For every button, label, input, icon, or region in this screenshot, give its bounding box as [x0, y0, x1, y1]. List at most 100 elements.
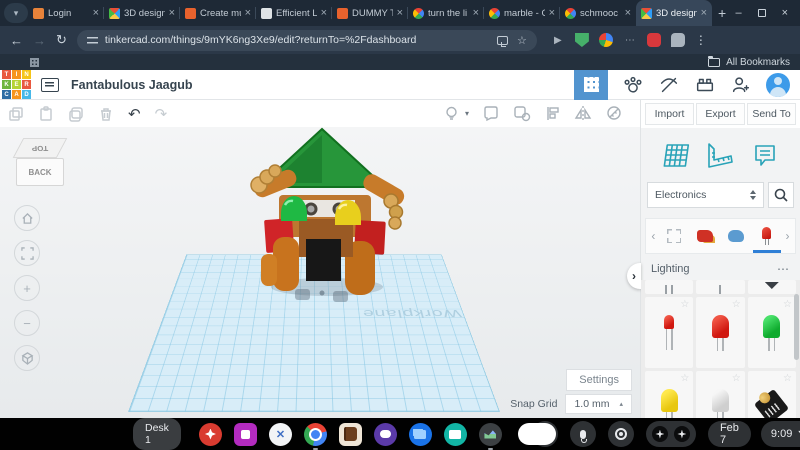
favorite-star-icon[interactable]: ☆	[680, 373, 689, 384]
3d-viewport[interactable]: Workplane TOP BACK + − Settings Snap Gri…	[0, 127, 640, 418]
show-all-bulb-icon[interactable]	[443, 105, 460, 122]
ruler-tool-icon[interactable]	[605, 105, 624, 122]
tab-close-icon[interactable]: ×	[701, 7, 707, 19]
colorful-extension-icon[interactable]	[598, 33, 613, 47]
carousel-next-button[interactable]: ›	[786, 229, 790, 243]
tab-close-icon[interactable]: ×	[625, 7, 631, 19]
favorite-star-icon[interactable]: ☆	[732, 299, 741, 310]
tab-dummy[interactable]: DUMMY T ×	[331, 0, 408, 26]
white-x-app-icon[interactable]	[268, 422, 292, 446]
status-tray[interactable]: 9:09	[760, 421, 800, 447]
desk-button[interactable]: Desk 1	[133, 418, 181, 450]
tab-close-icon[interactable]: ×	[93, 7, 99, 19]
ungroup-icon[interactable]	[513, 105, 531, 122]
partial-part-card[interactable]	[747, 280, 796, 294]
design-title[interactable]: Fantabulous Jaagub	[71, 78, 193, 92]
tab-close-icon[interactable]: ×	[473, 7, 479, 19]
tab-close-icon[interactable]: ×	[169, 7, 175, 19]
all-bookmarks-button[interactable]: All Bookmarks	[708, 55, 790, 68]
shape-library-button[interactable]	[574, 69, 608, 100]
part-card-green-led[interactable]: ☆	[747, 297, 796, 368]
chat-extension-icon[interactable]	[670, 33, 685, 47]
bulb-dropdown-caret[interactable]: ▾	[465, 109, 469, 118]
snap-grid-dropdown[interactable]: 1.0 mm ▴	[565, 394, 632, 414]
apps-grid-icon[interactable]	[30, 57, 39, 67]
flip-mirror-icon[interactable]	[574, 105, 592, 122]
favorite-star-icon[interactable]: ☆	[783, 299, 792, 310]
play-extension-icon[interactable]: ▶	[551, 33, 565, 47]
browser-menu-button[interactable]: ⋮	[695, 33, 707, 47]
files-app-icon[interactable]	[408, 422, 432, 446]
tote-preview[interactable]	[517, 423, 556, 445]
category-select[interactable]: Electronics	[647, 182, 764, 208]
nav-button-right[interactable]	[673, 426, 690, 442]
tab-turn-the[interactable]: turn the li ×	[407, 0, 484, 26]
copy-icon[interactable]	[8, 106, 24, 122]
panel-scrollbar[interactable]	[794, 294, 799, 360]
tab-schmooc[interactable]: schmooc ×	[559, 0, 636, 26]
align-icon[interactable]	[544, 105, 561, 122]
duplicate-icon[interactable]	[68, 106, 84, 122]
tab-login[interactable]: Login ×	[28, 0, 104, 26]
ruler-helper-icon[interactable]	[703, 140, 737, 170]
group-icon[interactable]	[482, 105, 500, 122]
carousel-prev-button[interactable]: ‹	[651, 229, 655, 243]
bookmark-star-icon[interactable]: ☆	[517, 34, 527, 47]
back-button[interactable]: ←	[10, 33, 23, 48]
part-card-red-led[interactable]: ☆	[696, 297, 745, 368]
select-region-tool[interactable]	[662, 222, 686, 250]
view-cube-front-face[interactable]: BACK	[16, 158, 64, 186]
chrome-icon[interactable]	[303, 422, 327, 450]
reload-button[interactable]: ↻	[56, 32, 67, 48]
undo-button[interactable]: ↶	[128, 105, 141, 123]
tinkercad-logo[interactable]: TIN KER CAD	[2, 70, 31, 99]
partial-part-card[interactable]	[645, 280, 694, 294]
send-to-device-icon[interactable]	[497, 35, 509, 47]
redo-button[interactable]: ↷	[155, 105, 168, 123]
url-field[interactable]: tinkercad.com/things/9mYK6ng3Xe9/edit?re…	[76, 29, 537, 51]
brick-export-icon[interactable]	[694, 74, 716, 96]
avatar[interactable]	[766, 72, 790, 97]
view-cube-top-face[interactable]: TOP	[12, 138, 68, 158]
favorite-star-icon[interactable]: ☆	[680, 299, 689, 310]
import-button[interactable]: Import	[645, 103, 694, 125]
red-app-icon[interactable]	[198, 422, 222, 446]
screen-capture-button[interactable]	[607, 421, 634, 447]
photos-app-icon[interactable]	[478, 422, 502, 450]
magenta-app-icon[interactable]	[233, 422, 257, 446]
home-view-button[interactable]	[14, 205, 40, 231]
favorite-star-icon[interactable]: ☆	[732, 373, 741, 384]
settings-button[interactable]: Settings	[566, 369, 632, 391]
3d-model-house-robot[interactable]	[245, 127, 415, 306]
book-app-icon[interactable]	[338, 422, 362, 446]
fit-view-button[interactable]	[14, 240, 40, 266]
view-cube[interactable]: TOP BACK	[12, 135, 68, 193]
dots-extension-icon[interactable]: ⋯	[623, 33, 637, 47]
close-window-button[interactable]: ×	[782, 7, 788, 19]
sim-lab-paw-icon[interactable]	[622, 74, 644, 96]
delete-icon[interactable]	[98, 106, 114, 122]
minimize-button[interactable]: –	[735, 7, 741, 19]
tab-close-icon[interactable]: ×	[397, 7, 403, 19]
tab-3d-design-1[interactable]: 3D design ×	[103, 0, 180, 26]
tab-close-icon[interactable]: ×	[549, 7, 555, 19]
card-app-icon[interactable]	[443, 422, 467, 446]
zoom-in-button[interactable]: +	[14, 275, 40, 301]
partial-part-card[interactable]	[696, 280, 745, 294]
search-button[interactable]	[768, 182, 794, 208]
zoom-out-button[interactable]: −	[14, 310, 40, 336]
tab-create[interactable]: Create mu ×	[179, 0, 256, 26]
minecraft-pickaxe-icon[interactable]	[658, 74, 680, 96]
site-settings-icon[interactable]	[86, 35, 98, 45]
red-led-thumb-selected[interactable]	[752, 222, 781, 253]
tab-close-icon[interactable]: ×	[245, 7, 251, 19]
tab-marble[interactable]: marble - G ×	[483, 0, 560, 26]
design-menu-icon[interactable]	[41, 77, 59, 92]
shield-extension-icon[interactable]	[574, 33, 589, 47]
red-component-thumb[interactable]	[693, 222, 717, 250]
send-to-button[interactable]: Send To	[747, 103, 796, 125]
nav-button-left[interactable]	[651, 426, 668, 442]
favorite-star-icon[interactable]: ☆	[783, 373, 792, 384]
section-more-button[interactable]: ⋯	[777, 262, 790, 276]
tab-close-icon[interactable]: ×	[321, 7, 327, 19]
